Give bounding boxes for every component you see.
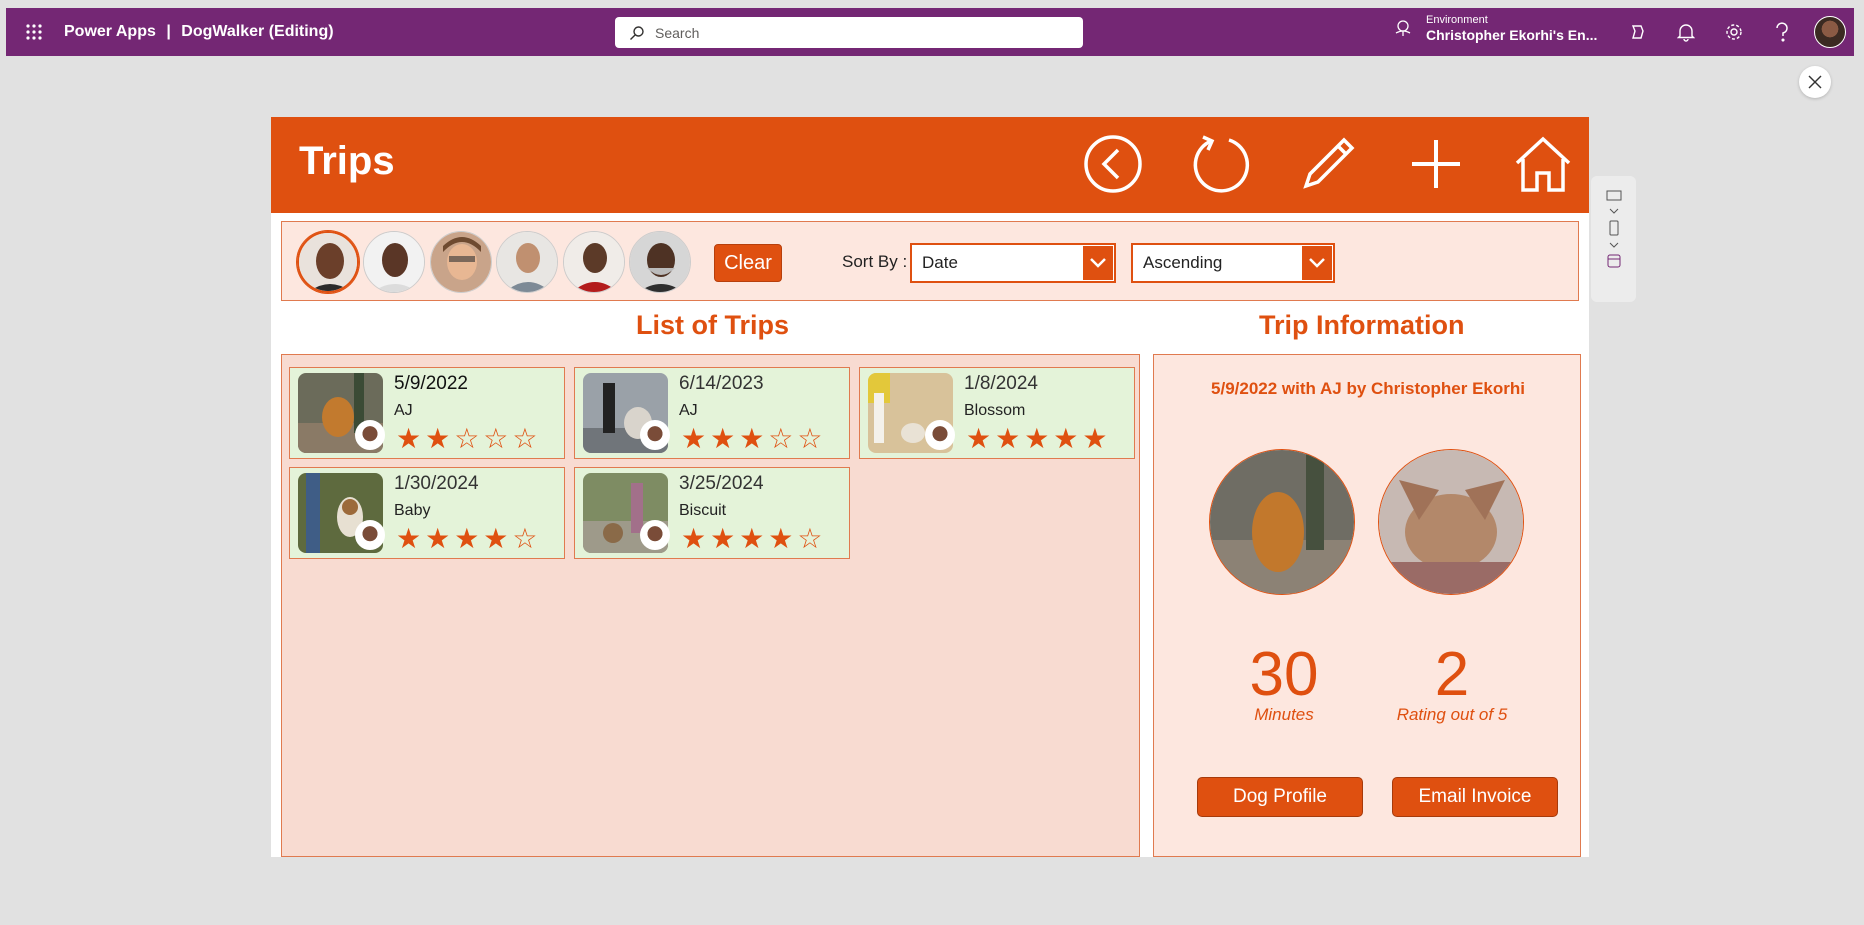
star-rating: ★★★☆☆ [681, 423, 827, 454]
chevron-down-icon[interactable] [1609, 242, 1619, 248]
walker-avatar[interactable] [363, 231, 425, 293]
search-placeholder: Search [655, 24, 700, 41]
trip-card[interactable]: 5/9/2022 AJ ★★☆☆☆ [289, 367, 565, 459]
chevron-down-icon [1302, 246, 1332, 280]
app-launcher-icon[interactable] [10, 8, 58, 56]
environment-picker[interactable]: Environment Christopher Ekorhi's En... [1394, 13, 1597, 43]
trip-dog-name: Baby [394, 502, 431, 519]
notifications-icon[interactable] [1662, 8, 1710, 56]
filter-bar: Clear Sort By : Date Ascending [281, 221, 1579, 301]
walker-mini-avatar [355, 520, 385, 550]
trip-date: 3/25/2024 [679, 473, 764, 494]
trip-date: 1/30/2024 [394, 473, 479, 494]
home-icon[interactable] [1511, 131, 1575, 197]
trip-card[interactable]: 3/25/2024 Biscuit ★★★★☆ [574, 467, 850, 559]
chevron-down-icon [1083, 246, 1113, 280]
sort-order-value: Ascending [1143, 253, 1223, 272]
app-settings-icon[interactable] [1607, 254, 1621, 268]
refresh-icon[interactable] [1188, 131, 1252, 197]
walker-avatar[interactable] [430, 231, 492, 293]
star-rating: ★★☆☆☆ [396, 423, 542, 454]
minutes-value: 30 [1249, 640, 1319, 709]
list-title: List of Trips [636, 310, 790, 340]
walker-avatar[interactable] [629, 231, 691, 293]
search-icon [630, 25, 644, 40]
email-invoice-button[interactable]: Email Invoice [1392, 777, 1558, 817]
trip-dog-name: AJ [394, 402, 413, 419]
document-name: DogWalker (Editing) [181, 23, 334, 40]
trip-date: 1/8/2024 [964, 373, 1038, 394]
dog-profile-photo [1378, 449, 1524, 595]
walker-mini-avatar [355, 420, 385, 450]
rating-label: Rating out of 5 [1396, 705, 1508, 724]
walker-mini-avatar [640, 520, 670, 550]
walker-avatar[interactable] [297, 231, 359, 293]
trip-card[interactable]: 1/8/2024 Blossom ★★★★★ [859, 367, 1135, 459]
preview-device-toolbar [1591, 176, 1636, 302]
trip-info-panel: 5/9/2022 with AJ by Christopher Ekorhi 3… [1153, 354, 1581, 857]
trip-dog-name: Blossom [964, 402, 1026, 419]
walker-mini-avatar [925, 420, 955, 450]
star-rating: ★★★★☆ [681, 523, 827, 554]
sort-order-dropdown[interactable]: Ascending [1131, 243, 1335, 283]
clear-filter-button[interactable]: Clear [714, 244, 782, 282]
close-preview-button[interactable] [1799, 66, 1831, 98]
sort-field-dropdown[interactable]: Date [910, 243, 1116, 283]
environment-label: Environment [1426, 14, 1488, 26]
environment-icon [1395, 20, 1411, 36]
trip-date: 5/9/2022 [394, 373, 468, 394]
product-name[interactable]: Power Apps [64, 23, 156, 40]
suite-bar: Power Apps | DogWalker (Editing) Search … [6, 8, 1854, 56]
walker-mini-avatar [640, 420, 670, 450]
dog-profile-button[interactable]: Dog Profile [1197, 777, 1363, 817]
star-rating: ★★★★★ [966, 423, 1112, 454]
walker-avatar[interactable] [563, 231, 625, 293]
back-icon[interactable] [1081, 131, 1145, 197]
settings-gear-icon[interactable] [1710, 8, 1758, 56]
minutes-label: Minutes [1254, 705, 1314, 724]
trip-card[interactable]: 1/30/2024 Baby ★★★★☆ [289, 467, 565, 559]
dog-walk-photo [1209, 449, 1355, 595]
info-title: Trip Information [1259, 310, 1465, 340]
chevron-down-icon[interactable] [1609, 208, 1619, 214]
app-canvas: Trips Clear Sort By: Date Ascending Lis… [271, 117, 1589, 857]
copilot-icon[interactable] [1614, 8, 1662, 56]
environment-name: Christopher Ekorhi's En... [1426, 27, 1598, 43]
sort-field-value: Date [922, 253, 958, 272]
sort-by-label: Sort By : [842, 252, 908, 271]
add-icon[interactable] [1404, 131, 1468, 197]
trips-gallery: 5/9/2022 AJ ★★☆☆☆ 6/14/2023 AJ ★★★☆☆ 1/8… [281, 354, 1140, 857]
help-icon[interactable] [1758, 8, 1806, 56]
trip-dog-name: Biscuit [679, 502, 727, 519]
star-rating: ★★★★☆ [396, 523, 542, 554]
rating-value: 2 [1434, 640, 1470, 709]
phone-icon[interactable] [1609, 220, 1619, 236]
trip-caption: 5/9/2022 with AJ by Christopher Ekorhi [1211, 379, 1525, 398]
screen-header: Trips [271, 117, 1589, 213]
desktop-icon[interactable] [1606, 190, 1622, 202]
walker-avatar[interactable] [496, 231, 558, 293]
search-box[interactable]: Search [615, 17, 1083, 48]
title-separator: | [166, 23, 171, 40]
trip-dog-name: AJ [679, 402, 698, 419]
close-icon [1808, 75, 1822, 89]
trip-date: 6/14/2023 [679, 373, 764, 394]
user-avatar[interactable] [1814, 16, 1846, 48]
app-title: Power Apps | DogWalker (Editing) [64, 23, 334, 41]
screen-title: Trips [299, 139, 395, 183]
trip-card[interactable]: 6/14/2023 AJ ★★★☆☆ [574, 367, 850, 459]
edit-icon[interactable] [1296, 131, 1360, 197]
